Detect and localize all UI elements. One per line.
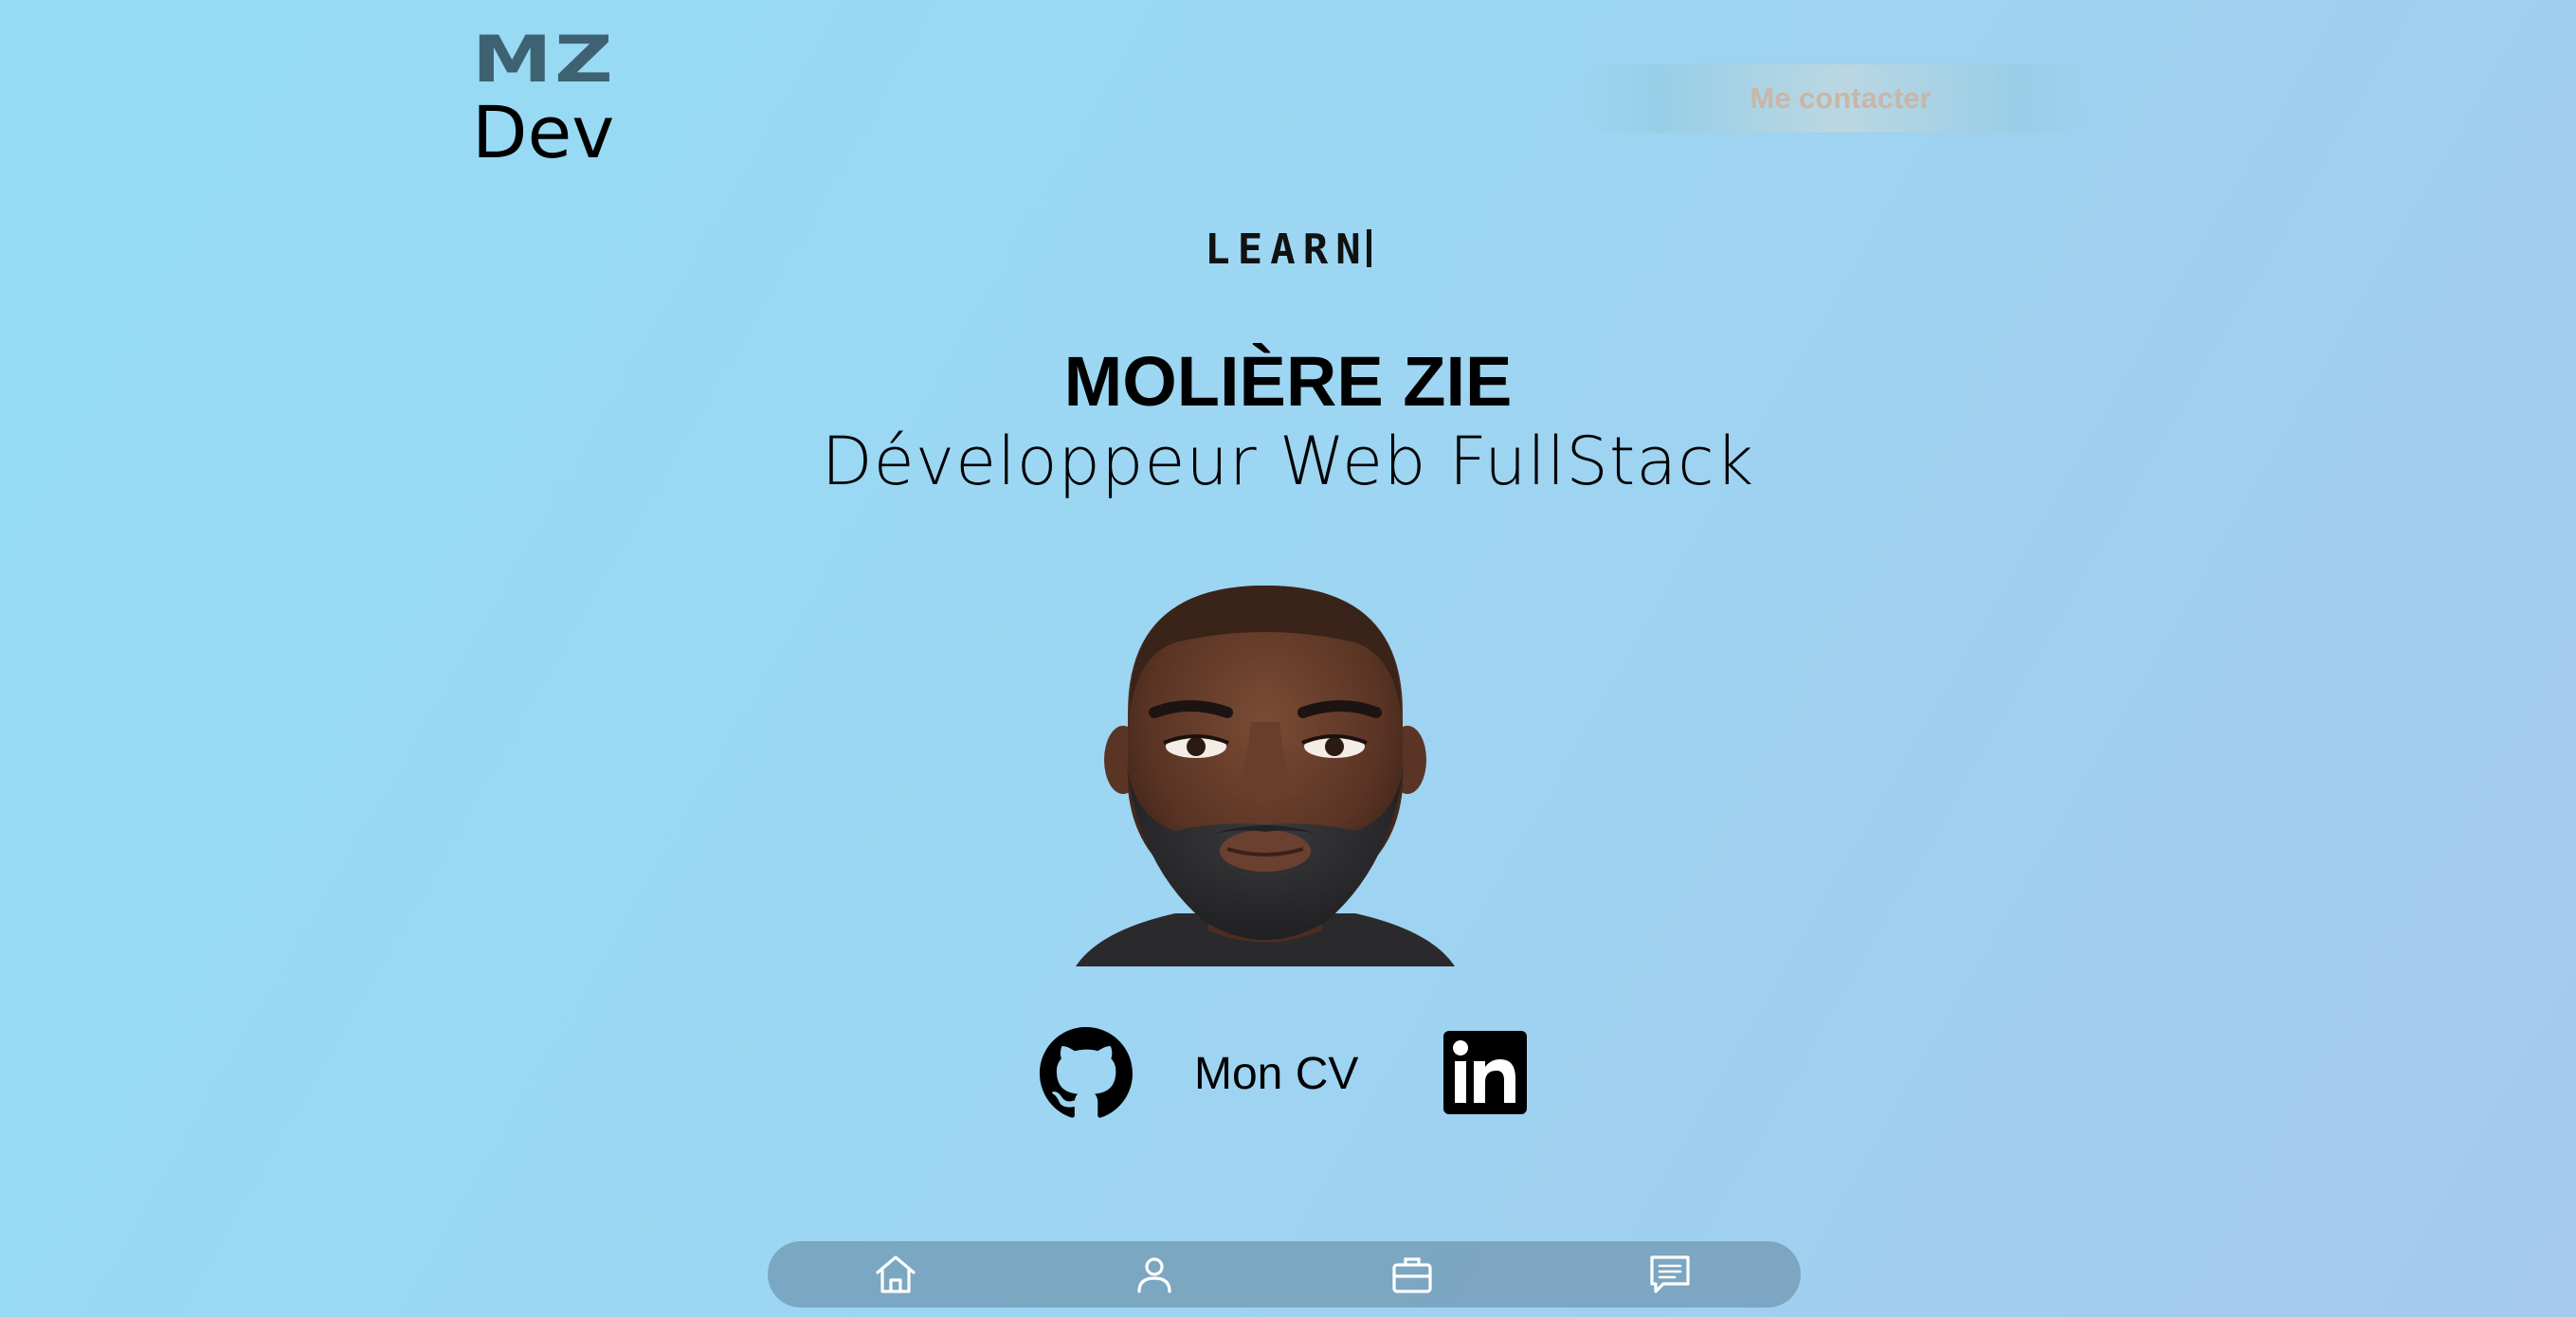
developer-name: MOLIÈRE ZIE — [1063, 342, 1513, 421]
social-links: Mon CV — [0, 1027, 2576, 1122]
bottom-nav — [768, 1241, 1801, 1308]
site-logo[interactable]: MZ Dev — [472, 28, 614, 169]
nav-projects[interactable] — [1388, 1252, 1436, 1297]
github-icon — [1040, 1027, 1133, 1118]
typing-animation: LEARN — [0, 226, 2576, 274]
cv-link[interactable]: Mon CV — [1194, 1048, 1358, 1100]
message-icon — [1650, 1255, 1690, 1293]
nav-contact[interactable] — [1646, 1252, 1694, 1297]
typing-word-text: LEARN — [1205, 226, 1369, 274]
avatar-image — [1076, 586, 1455, 966]
logo-mz: MZ — [472, 23, 616, 98]
typing-caret — [1366, 229, 1371, 267]
github-link[interactable] — [1040, 1027, 1133, 1120]
logo-dev: Dev — [472, 90, 615, 174]
linkedin-link[interactable] — [1443, 1031, 1527, 1114]
nav-home[interactable] — [872, 1252, 919, 1297]
linkedin-icon — [1453, 1040, 1515, 1103]
user-icon — [1137, 1257, 1171, 1293]
home-icon — [876, 1255, 916, 1293]
briefcase-icon — [1392, 1257, 1432, 1293]
nav-about[interactable] — [1131, 1252, 1178, 1297]
developer-role: Développeur Web FullStack — [821, 423, 1755, 500]
contact-button[interactable]: Me contacter — [1581, 64, 2100, 133]
